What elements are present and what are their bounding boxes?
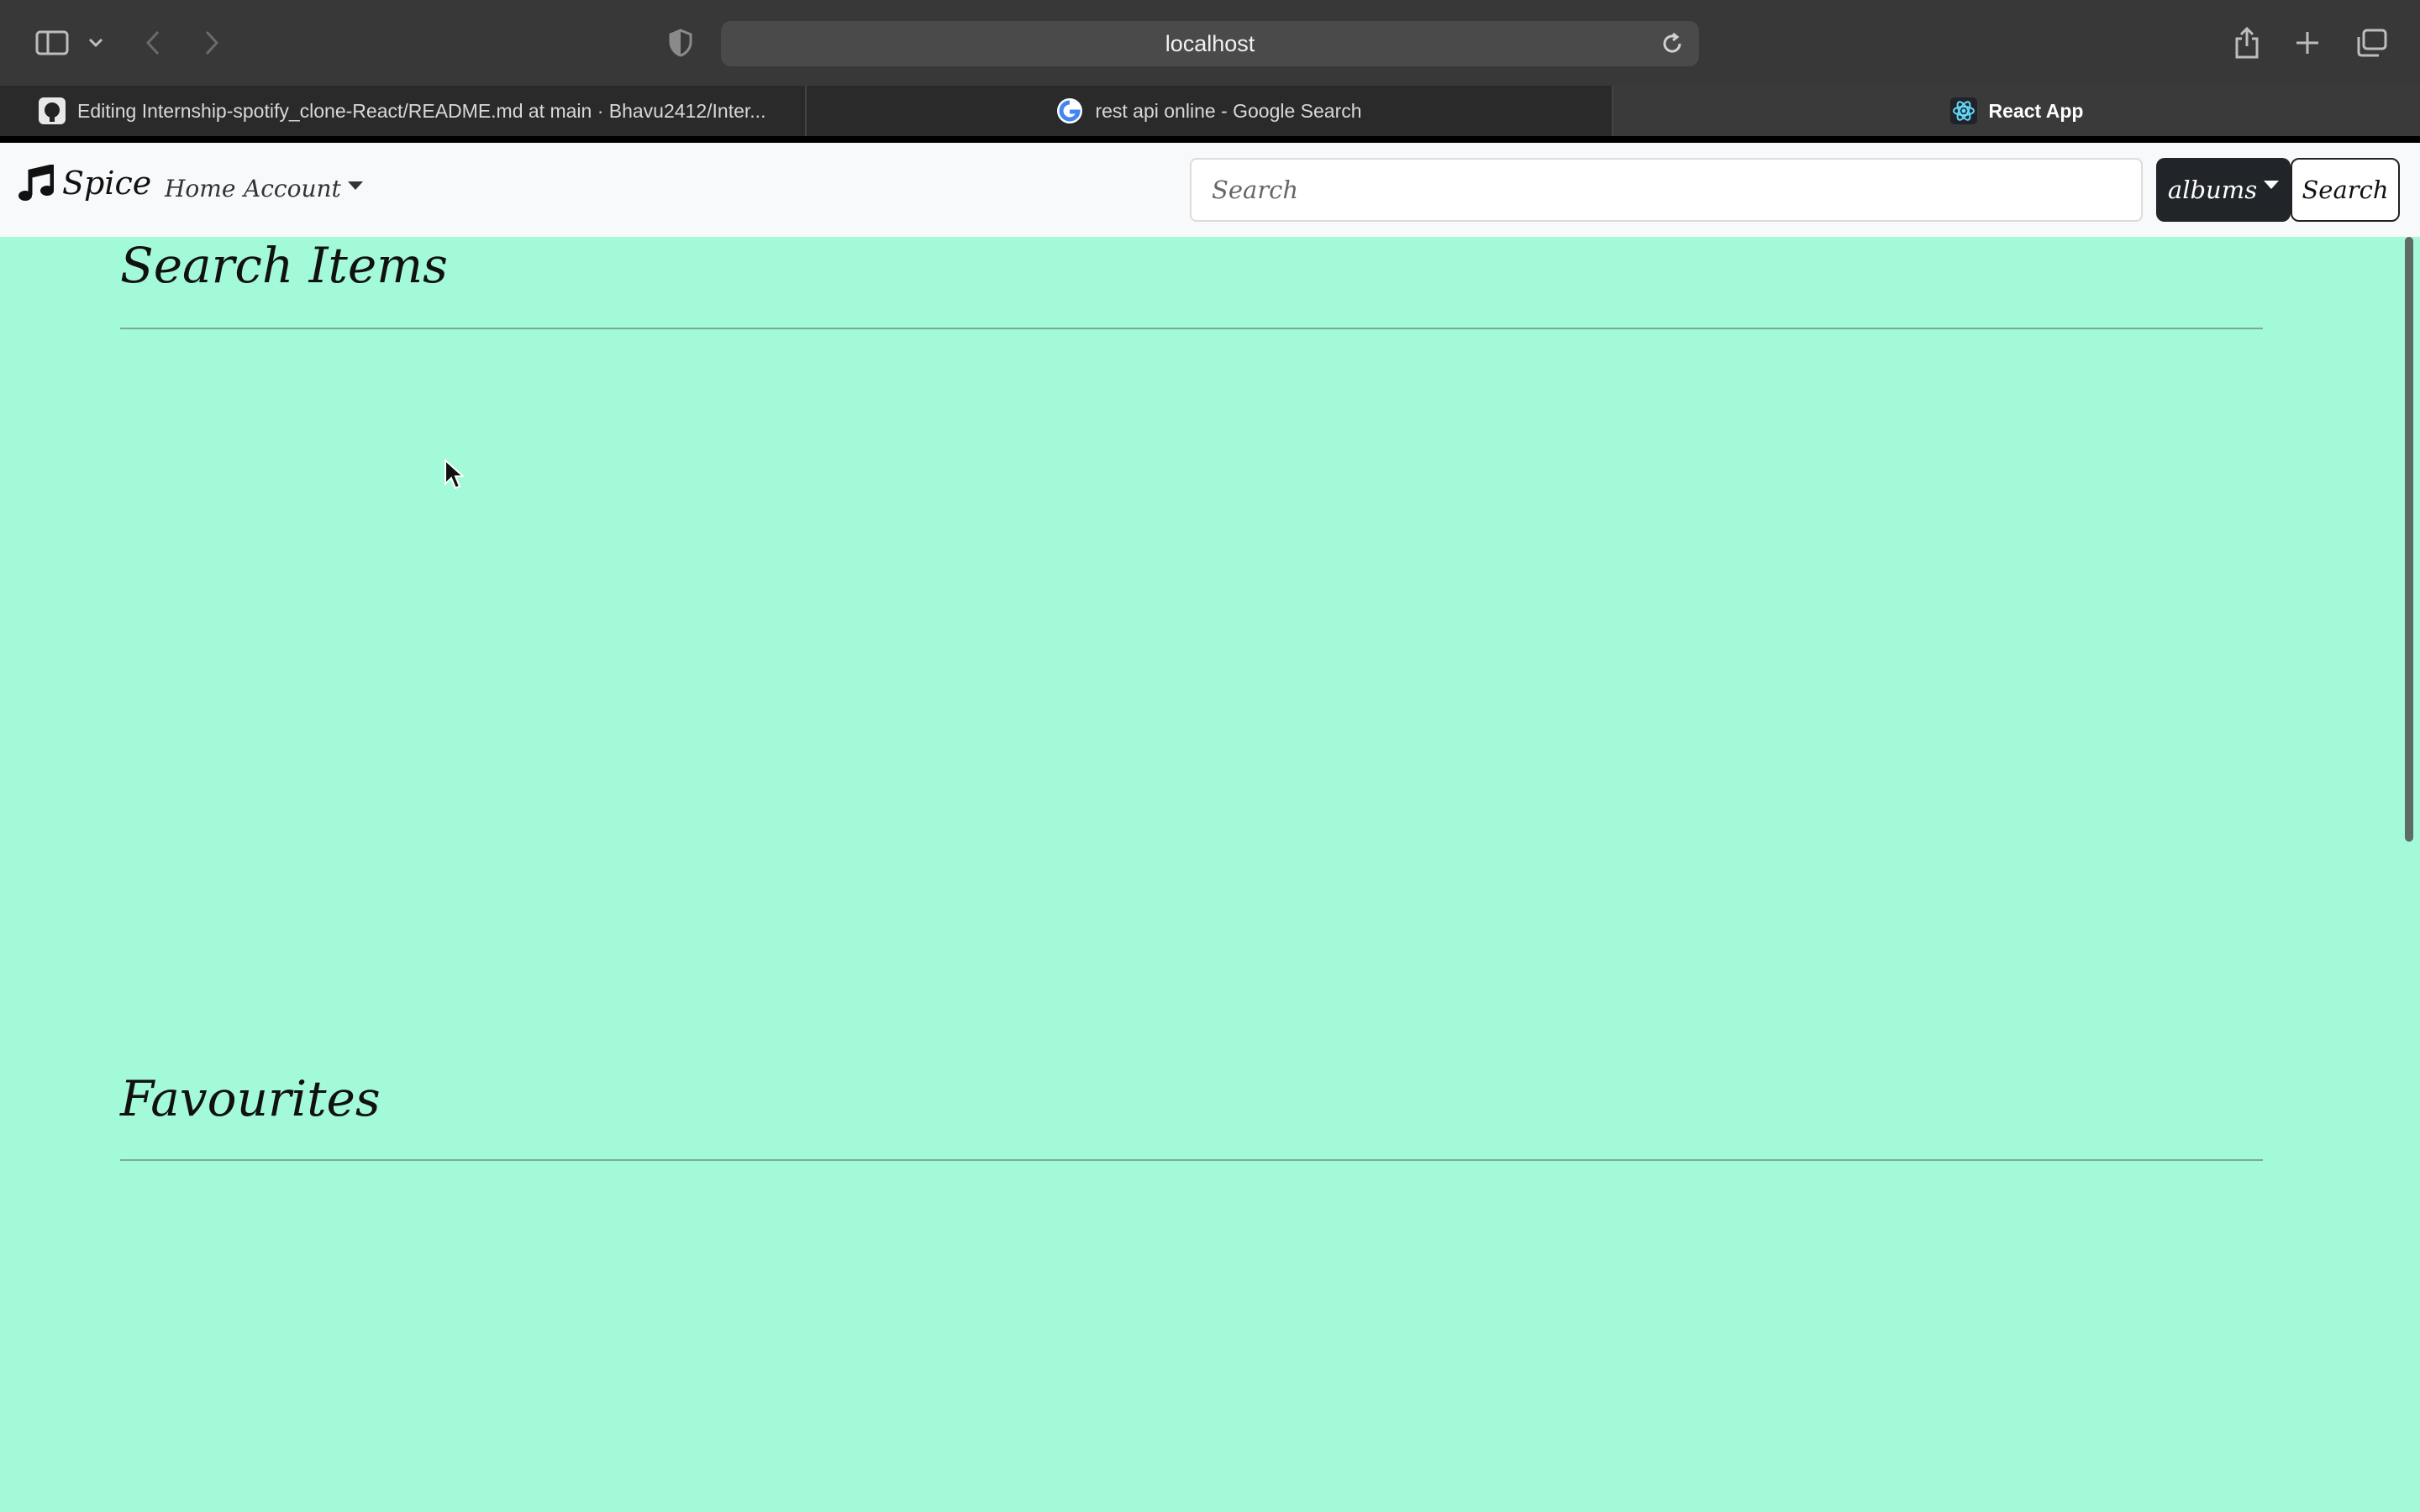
sidebar-toggle-icon[interactable] bbox=[32, 20, 72, 66]
tab-bar-divider bbox=[0, 136, 2420, 143]
tab-overview-icon[interactable] bbox=[2353, 20, 2390, 66]
privacy-shield-icon[interactable] bbox=[666, 20, 696, 66]
back-icon[interactable] bbox=[139, 20, 166, 66]
react-icon bbox=[1949, 97, 1977, 124]
music-note-icon bbox=[18, 165, 54, 201]
address-bar[interactable]: localhost bbox=[721, 21, 1699, 66]
search-type-label: albums bbox=[2167, 176, 2258, 204]
mouse-cursor-icon bbox=[445, 459, 464, 490]
forward-icon[interactable] bbox=[198, 20, 225, 66]
brand-link[interactable]: Spice bbox=[18, 165, 151, 202]
tab-google-search[interactable]: rest api online - Google Search bbox=[807, 86, 1613, 136]
search-items-divider bbox=[120, 328, 2263, 329]
app-navbar: Spice Home Account albums Search bbox=[0, 143, 2420, 237]
nav-account-dropdown[interactable]: Account bbox=[244, 175, 363, 202]
page-scrollbar[interactable] bbox=[2405, 237, 2413, 842]
nav-account-label: Account bbox=[244, 175, 341, 202]
tab-bar: Editing Internship-spotify_clone-React/R… bbox=[0, 86, 2420, 136]
search-input[interactable] bbox=[1190, 158, 2143, 222]
tab-title: React App bbox=[1988, 99, 2084, 122]
tab-react-app[interactable]: React App bbox=[1613, 86, 2420, 136]
chevron-down-icon[interactable] bbox=[84, 20, 108, 66]
google-icon bbox=[1057, 98, 1083, 123]
caret-down-icon bbox=[347, 181, 363, 190]
search-type-dropdown[interactable]: albums bbox=[2156, 158, 2291, 222]
nav-home-link[interactable]: Home bbox=[165, 175, 235, 202]
reload-icon[interactable] bbox=[1660, 32, 1684, 61]
tab-title: Editing Internship-spotify_clone-React/R… bbox=[77, 99, 766, 122]
page-content: Spice Home Account albums Search Search … bbox=[0, 143, 2420, 1512]
favourites-divider bbox=[120, 1159, 2263, 1161]
new-tab-icon[interactable] bbox=[2291, 20, 2324, 66]
share-icon[interactable] bbox=[2230, 20, 2264, 66]
tab-title: rest api online - Google Search bbox=[1095, 99, 1362, 122]
search-button[interactable]: Search bbox=[2291, 158, 2400, 222]
brand-name: Spice bbox=[62, 165, 152, 202]
github-icon bbox=[39, 97, 66, 124]
tab-github[interactable]: Editing Internship-spotify_clone-React/R… bbox=[0, 86, 807, 136]
browser-toolbar: localhost bbox=[0, 0, 2420, 86]
favourites-heading: Favourites bbox=[120, 1070, 381, 1127]
caret-down-icon bbox=[2264, 181, 2280, 189]
url-text: localhost bbox=[1165, 30, 1255, 56]
search-items-heading: Search Items bbox=[120, 237, 448, 294]
